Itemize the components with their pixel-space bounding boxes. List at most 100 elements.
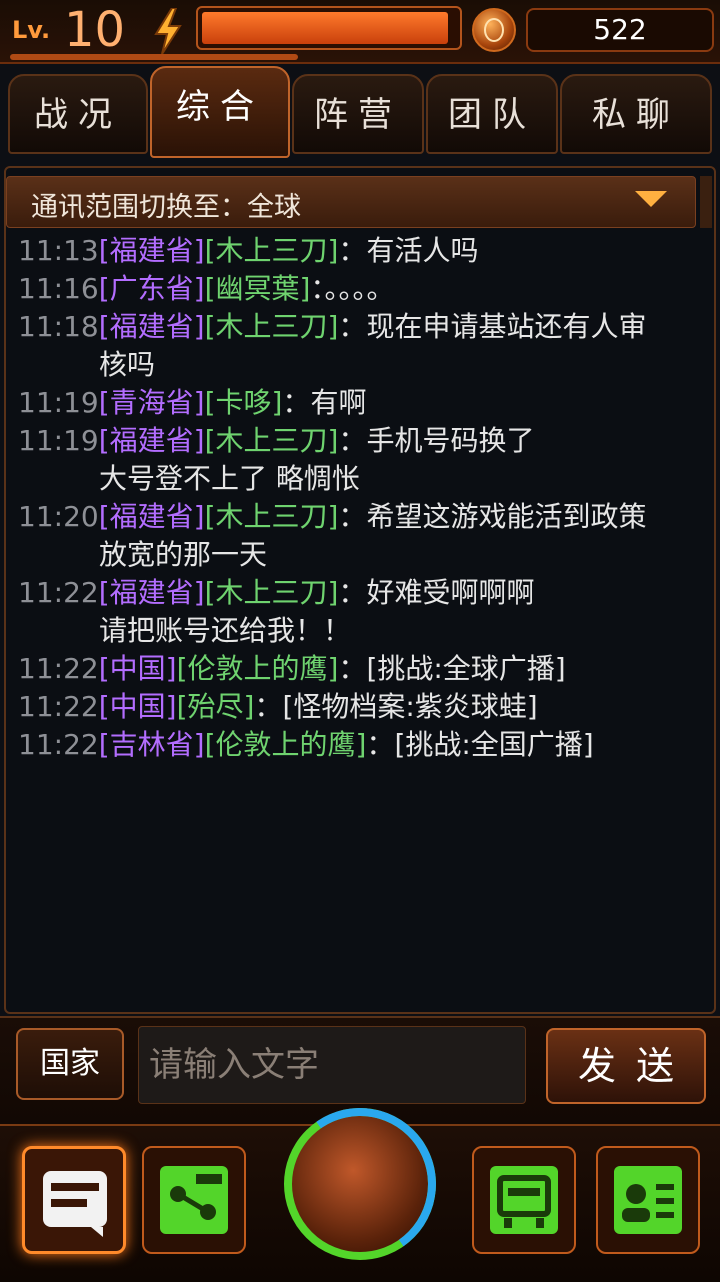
tab-general[interactable]: 综合 xyxy=(150,66,290,158)
device-icon xyxy=(490,1166,558,1234)
crystal-coin-icon[interactable] xyxy=(472,8,516,52)
message-region[interactable]: [福建省] xyxy=(99,310,205,343)
message-time: 11:18 xyxy=(18,310,99,343)
chat-message-line: 11:19[福建省][木上三刀]：手机号码换了 xyxy=(18,422,698,460)
top-status-bar: Lv. 10 522 xyxy=(0,0,720,64)
message-username[interactable]: [木上三刀] xyxy=(205,310,339,343)
level-value: 10 xyxy=(64,2,126,58)
dropdown-arrow-icon[interactable] xyxy=(635,191,667,207)
chat-message: 11:20[福建省][木上三刀]：希望这游戏能活到政策 放宽的那一天 xyxy=(18,498,698,574)
message-time: 11:22 xyxy=(18,728,99,761)
message-separator: ： xyxy=(366,728,395,761)
message-separator: ： xyxy=(338,652,367,685)
message-text-continuation: 大号登不上了 略惆怅 xyxy=(99,462,360,495)
message-username[interactable]: [卡哆] xyxy=(205,386,283,419)
chat-message-line: 11:22[中国][伦敦上的鹰]：[挑战:全球广播] xyxy=(18,650,698,688)
chat-message-line: 11:13[福建省][木上三刀]：有活人吗 xyxy=(18,232,698,270)
message-text: [挑战:全球广播] xyxy=(366,652,566,685)
message-text: 有啊 xyxy=(310,386,367,419)
message-region[interactable]: [中国] xyxy=(99,652,177,685)
message-text-continuation: 核吗 xyxy=(99,348,156,381)
message-region[interactable]: [福建省] xyxy=(99,234,205,267)
message-region[interactable]: [福建省] xyxy=(99,424,205,457)
message-separator: ： xyxy=(338,310,367,343)
currency-amount: 522 xyxy=(526,8,714,52)
chat-message: 11:19[福建省][木上三刀]：手机号码换了 大号登不上了 略惆怅 xyxy=(18,422,698,498)
message-username[interactable]: [伦敦上的鹰] xyxy=(177,652,339,685)
message-time: 11:13 xyxy=(18,234,99,267)
message-list: 11:13[福建省][木上三刀]：有活人吗 11:16[广东省][幽冥葉]：。。。… xyxy=(18,232,698,764)
experience-bar xyxy=(10,54,298,60)
chat-message-line: 11:16[广东省][幽冥葉]：。。。。 xyxy=(18,270,698,308)
send-button[interactable]: 发送 xyxy=(546,1028,706,1104)
chat-icon xyxy=(43,1171,107,1237)
message-username[interactable]: [木上三刀] xyxy=(205,234,339,267)
message-separator: ： xyxy=(338,576,367,609)
lightning-icon xyxy=(154,8,182,54)
chat-message: 11:18[福建省][木上三刀]：现在申请基站还有人审 核吗 xyxy=(18,308,698,384)
message-separator: ： xyxy=(338,234,367,267)
chat-message: 11:22[中国][殆尽]：[怪物档案:紫炎球蛙] xyxy=(18,688,698,726)
chat-message: 11:22[中国][伦敦上的鹰]：[挑战:全球广播] xyxy=(18,650,698,688)
coin-emblem xyxy=(484,18,504,42)
message-time: 11:22 xyxy=(18,576,99,609)
energy-bar-fill xyxy=(202,12,449,44)
message-time: 11:16 xyxy=(18,272,99,305)
nav-route-button[interactable] xyxy=(142,1146,246,1254)
message-separator: ： xyxy=(254,690,283,723)
message-text: 希望这游戏能活到政策 xyxy=(366,500,647,533)
nav-device-button[interactable] xyxy=(472,1146,576,1254)
message-username[interactable]: [木上三刀] xyxy=(205,576,339,609)
message-text: [怪物档案:紫炎球蛙] xyxy=(282,690,538,723)
message-text: 有活人吗 xyxy=(366,234,479,267)
scope-switch-dropdown[interactable]: 通讯范围切换至：全球 xyxy=(6,176,696,228)
profile-icon xyxy=(614,1166,682,1234)
message-separator: ： xyxy=(310,272,325,305)
tab-faction[interactable]: 阵营 xyxy=(292,74,424,154)
tab-team[interactable]: 团队 xyxy=(426,74,558,154)
message-separator: ： xyxy=(338,500,367,533)
chat-message-line: 11:22[中国][殆尽]：[怪物档案:紫炎球蛙] xyxy=(18,688,698,726)
chat-message-line: 11:20[福建省][木上三刀]：希望这游戏能活到政策 xyxy=(18,498,698,536)
message-time: 11:19 xyxy=(18,424,99,457)
message-username[interactable]: [殆尽] xyxy=(177,690,255,723)
message-input[interactable]: 请输入文字 xyxy=(138,1026,526,1104)
level-label: Lv. xyxy=(12,16,51,44)
message-username[interactable]: [伦敦上的鹰] xyxy=(205,728,367,761)
tab-battle-report[interactable]: 战况 xyxy=(8,74,148,154)
chat-message-line: 11:22[吉林省][伦敦上的鹰]：[挑战:全国广播] xyxy=(18,726,698,764)
message-username[interactable]: [木上三刀] xyxy=(205,500,339,533)
energy-bar xyxy=(196,6,462,50)
channel-country-button[interactable]: 国家 xyxy=(16,1028,124,1100)
scope-switch-text: 通讯范围切换至：全球 xyxy=(31,192,301,223)
message-text-continuation: 请把账号还给我！！ xyxy=(99,614,352,647)
message-time: 11:19 xyxy=(18,386,99,419)
message-region[interactable]: [福建省] xyxy=(99,576,205,609)
message-text: 。。。。 xyxy=(324,272,395,305)
message-username[interactable]: [幽冥葉] xyxy=(205,272,311,305)
scrollbar[interactable] xyxy=(700,176,712,228)
nav-profile-button[interactable] xyxy=(596,1146,700,1254)
chat-message-line: 11:19[青海省][卡哆]：有啊 xyxy=(18,384,698,422)
route-icon xyxy=(160,1166,228,1234)
chat-message: 11:22[吉林省][伦敦上的鹰]：[挑战:全国广播] xyxy=(18,726,698,764)
chat-message-line: 11:18[福建省][木上三刀]：现在申请基站还有人审 xyxy=(18,308,698,346)
chat-message: 11:19[青海省][卡哆]：有啊 xyxy=(18,384,698,422)
message-region[interactable]: [广东省] xyxy=(99,272,205,305)
message-text: 现在申请基站还有人审 xyxy=(366,310,647,343)
message-username[interactable]: [木上三刀] xyxy=(205,424,339,457)
tab-private-chat[interactable]: 私聊 xyxy=(560,74,712,154)
message-time: 11:22 xyxy=(18,652,99,685)
message-text: [挑战:全国广播] xyxy=(394,728,594,761)
message-region[interactable]: [吉林省] xyxy=(99,728,205,761)
message-region[interactable]: [青海省] xyxy=(99,386,205,419)
message-separator: ： xyxy=(338,424,367,457)
message-separator: ： xyxy=(282,386,311,419)
nav-chat-button[interactable] xyxy=(22,1146,126,1254)
message-region[interactable]: [中国] xyxy=(99,690,177,723)
chat-message-line: 11:22[福建省][木上三刀]：好难受啊啊啊 xyxy=(18,574,698,612)
message-region[interactable]: [福建省] xyxy=(99,500,205,533)
chat-message: 11:13[福建省][木上三刀]：有活人吗 xyxy=(18,232,698,270)
message-text: 手机号码换了 xyxy=(366,424,535,457)
chat-message: 11:22[福建省][木上三刀]：好难受啊啊啊 请把账号还给我！！ xyxy=(18,574,698,650)
